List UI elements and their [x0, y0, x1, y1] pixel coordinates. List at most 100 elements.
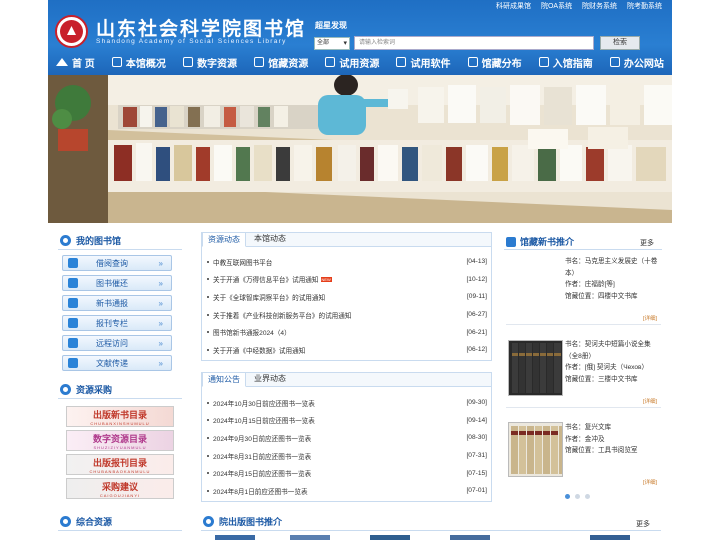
- published-book-cover[interactable]: [290, 535, 330, 540]
- nav-collection[interactable]: 馆藏资源: [254, 52, 308, 72]
- banner-subtitle: CAIGOUJIANYI: [99, 492, 141, 498]
- nav-trial-software[interactable]: 试用软件: [396, 52, 450, 72]
- periodical-catalog-banner[interactable]: 出版报刊目录 CHUBANBAOKANMULU: [66, 454, 174, 475]
- top-link-research[interactable]: 科研成果馆: [496, 3, 531, 10]
- notice-title[interactable]: 2024年9月30日前应还图书一览表: [213, 433, 311, 443]
- notice-title[interactable]: 2024年8月1日前应还图书一览表: [213, 486, 308, 496]
- document-delivery-button[interactable]: 文献传递 »: [62, 355, 172, 371]
- published-book-cover[interactable]: [450, 535, 490, 540]
- published-book-cover[interactable]: [370, 535, 410, 540]
- book-cover-2[interactable]: [508, 340, 563, 396]
- published-more-link[interactable]: 更多: [636, 519, 650, 529]
- notice-item[interactable]: 2024年10月30日前应还图书一览表 [09-30]: [207, 394, 487, 412]
- nav-about[interactable]: 本馆概况: [111, 52, 166, 72]
- news-title[interactable]: 关于推着《产业科技创新服务平台》的试用通知: [213, 310, 351, 320]
- notice-item[interactable]: 2024年9月30日前应还图书一览表 [08-30]: [207, 429, 487, 447]
- new-book-rec-title: 馆藏新书推介: [520, 237, 575, 247]
- news-item[interactable]: 关于推着《产业科技创新服务平台》的试用通知 [06-27]: [207, 306, 487, 324]
- news-title[interactable]: 关于开通《万得信息平台》试用通知: [213, 274, 319, 284]
- new-book-more-link[interactable]: 更多: [640, 238, 654, 248]
- search-input[interactable]: 请输入检索词: [354, 36, 594, 50]
- nav-distribution[interactable]: 馆藏分布: [467, 52, 522, 72]
- nav-label: 首 页: [72, 58, 95, 70]
- notice-title[interactable]: 2024年8月15日前应还图书一览表: [213, 468, 311, 478]
- nav-trial-resources[interactable]: 试用资源: [325, 52, 379, 72]
- banner-subtitle: SHUZIZIYUANMULU: [93, 444, 147, 450]
- library-icon: [60, 235, 71, 246]
- news-item[interactable]: 关于开通《中经数据》试用通知 [06-12]: [207, 341, 487, 359]
- periodicals-button[interactable]: 报刊专栏 »: [62, 315, 172, 331]
- carousel-dot-active[interactable]: [565, 494, 570, 499]
- notice-date: [07-01]: [466, 487, 487, 495]
- book-detail-link[interactable]: [详细]: [643, 397, 657, 405]
- top-link-attendance[interactable]: 院考勤系统: [627, 3, 662, 10]
- news-date: [06-21]: [466, 328, 487, 336]
- site-header: 山东社会科学院图书馆 Shandong Academy of Social Sc…: [48, 0, 672, 75]
- bullet-icon: [207, 454, 209, 457]
- purchase-suggestion-banner[interactable]: 采购建议 CAIGOUJIANYI: [66, 478, 174, 499]
- published-books-title: 院出版图书推介: [219, 517, 283, 527]
- site-title-cn[interactable]: 山东社会科学院图书馆: [96, 14, 306, 41]
- book-name[interactable]: 书名：马克思主义发展史（十卷本）: [565, 256, 660, 279]
- notice-title[interactable]: 2024年10月30日前应还图书一览表: [213, 398, 315, 408]
- banner-title: 出版报刊目录: [92, 457, 147, 468]
- news-title[interactable]: 关于《全球智库洞察平台》的试用通知: [213, 292, 325, 302]
- top-link-oa[interactable]: 院OA系统: [541, 3, 572, 10]
- digital-resource-catalog-banner[interactable]: 数字资源目录 SHUZIZIYUANMULU: [66, 430, 174, 451]
- carousel-dot[interactable]: [585, 494, 590, 499]
- notice-date: [07-31]: [466, 452, 487, 460]
- book-detail-link[interactable]: [详细]: [643, 314, 657, 322]
- book-detail-link[interactable]: [详细]: [643, 478, 657, 486]
- book-cover-3[interactable]: [508, 422, 563, 477]
- search-scope-select[interactable]: 全部: [314, 37, 350, 50]
- nav-guide[interactable]: 入馆指南: [538, 52, 593, 72]
- button-label: 远程访问: [96, 338, 128, 348]
- remote-access-button[interactable]: 远程访问 »: [62, 335, 172, 351]
- book-name[interactable]: 书名：复兴文库: [565, 422, 660, 434]
- notice-item[interactable]: 2024年8月1日前应还图书一览表 [07-01]: [207, 482, 487, 500]
- notice-title[interactable]: 2024年8月31日前应还图书一览表: [213, 451, 311, 461]
- tab-notices[interactable]: 通知公告: [202, 372, 246, 387]
- book-reminder-button[interactable]: 图书催还 »: [62, 275, 172, 291]
- main-nav: 首 页 本馆概况 数字资源 馆藏资源 试用资源 试用软件 馆藏分布 入馆指南 办…: [48, 52, 672, 72]
- bullet-icon: [207, 489, 209, 492]
- new-book-rec-heading: 馆藏新书推介: [506, 235, 574, 248]
- news-title[interactable]: 中教互联网图书平台: [213, 257, 272, 267]
- news-item[interactable]: 关于《全球智库洞察平台》的试用通知 [09-11]: [207, 288, 487, 306]
- user-icon: [538, 57, 549, 67]
- notice-list: 2024年10月30日前应还图书一览表 [09-30] 2024年10月15日前应…: [207, 394, 487, 500]
- notice-title[interactable]: 2024年10月15日前应还图书一览表: [213, 415, 315, 425]
- document-icon: [183, 57, 194, 67]
- new-books-button[interactable]: 新书通报 »: [62, 295, 172, 311]
- news-item[interactable]: 关于开通《万得信息平台》试用通知 NEW [10-12]: [207, 271, 487, 289]
- news-title[interactable]: 图书馆新书通报2024（4）: [213, 327, 291, 337]
- nav-digital[interactable]: 数字资源: [183, 52, 237, 72]
- news-item[interactable]: 图书馆新书通报2024（4） [06-21]: [207, 323, 487, 341]
- notice-item[interactable]: 2024年10月15日前应还图书一览表 [09-14]: [207, 412, 487, 430]
- published-book-cover[interactable]: [590, 535, 630, 540]
- news-item[interactable]: 中教互联网图书平台 [04-13]: [207, 253, 487, 271]
- general-resource-title: 综合资源: [76, 517, 113, 527]
- new-book-catalog-banner[interactable]: 出版新书目录 CHUBANXINSHUMULU: [66, 406, 174, 427]
- nav-office[interactable]: 办公网站: [609, 52, 664, 72]
- banner-photo[interactable]: [48, 75, 672, 223]
- borrow-query-button[interactable]: 借阅查询 »: [62, 255, 172, 271]
- news-title[interactable]: 关于开通《中经数据》试用通知: [213, 345, 305, 355]
- published-book-cover[interactable]: [215, 535, 255, 540]
- double-chevron-icon: »: [158, 278, 163, 288]
- news-date: [06-12]: [466, 346, 487, 354]
- tab-industry-news[interactable]: 业界动态: [248, 372, 292, 387]
- notice-item[interactable]: 2024年8月15日前应还图书一览表 [07-15]: [207, 464, 487, 482]
- search-title: 超星发现: [315, 21, 347, 30]
- notice-item[interactable]: 2024年8月31日前应还图书一览表 [07-31]: [207, 447, 487, 465]
- top-link-finance[interactable]: 院财务系统: [582, 3, 617, 10]
- book-name[interactable]: 书名：契诃夫中短篇小说全集（全8册）: [565, 339, 660, 362]
- nav-home[interactable]: 首 页: [56, 52, 95, 72]
- library-seal-logo[interactable]: [55, 15, 88, 48]
- send-icon: [68, 358, 78, 368]
- carousel-dot[interactable]: [575, 494, 580, 499]
- search-button[interactable]: 检索: [600, 36, 640, 50]
- nav-label: 馆藏分布: [481, 58, 522, 70]
- tab-resource-news[interactable]: 资源动态: [202, 232, 246, 247]
- tab-library-news[interactable]: 本馆动态: [248, 232, 292, 247]
